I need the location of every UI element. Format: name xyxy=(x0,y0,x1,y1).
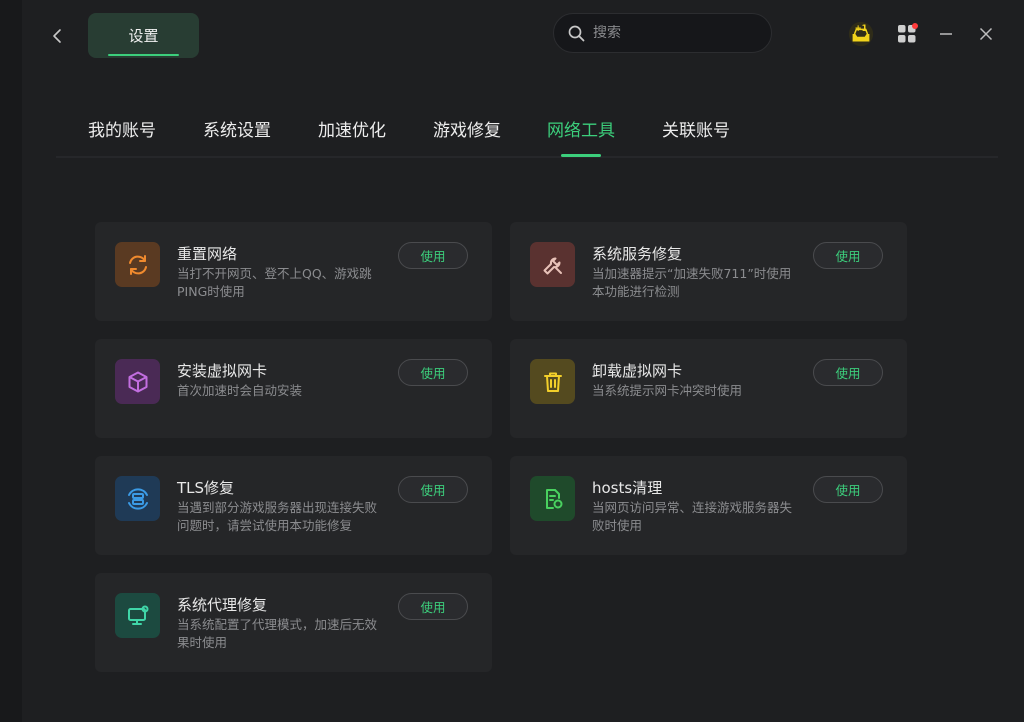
inbox-plus-icon: +1 xyxy=(848,21,874,47)
trash-icon xyxy=(530,359,575,404)
active-tab-indicator xyxy=(561,154,601,157)
apps-button[interactable] xyxy=(893,20,921,48)
card-hosts-cleanup: hosts清理 当网页访问异常、连接游戏服务器失败时使用 使用 xyxy=(510,456,907,555)
card-title: 卸载虚拟网卡 xyxy=(592,362,683,380)
settings-title-tab[interactable]: 设置 xyxy=(88,13,199,58)
tab-my-account[interactable]: 我的账号 xyxy=(88,116,156,141)
use-button[interactable]: 使用 xyxy=(398,476,468,503)
card-title: 系统代理修复 xyxy=(177,596,268,614)
card-description: 当系统提示网卡冲突时使用 xyxy=(592,383,743,398)
tab-label: 加速优化 xyxy=(318,121,386,141)
card-title: TLS修复 xyxy=(177,479,235,497)
settings-nav-tabs: 我的账号 系统设置 加速优化 游戏修复 网络工具 关联账号 xyxy=(56,104,998,158)
badge-plus-one: +1 xyxy=(855,23,868,33)
close-button[interactable] xyxy=(972,20,1000,48)
tab-game-repair[interactable]: 游戏修复 xyxy=(433,116,501,141)
card-title: hosts清理 xyxy=(592,479,663,497)
tab-label: 我的账号 xyxy=(88,121,156,141)
card-title: 系统服务修复 xyxy=(592,245,683,263)
card-description: 当加速器提示“加速失败711”时使用本功能进行检测 xyxy=(592,266,792,299)
card-reset-network: 重置网络 当打不开网页、登不上QQ、游戏跳PING时使用 使用 xyxy=(95,222,492,321)
use-button[interactable]: 使用 xyxy=(398,242,468,269)
use-button[interactable]: 使用 xyxy=(813,359,883,386)
tab-label: 关联账号 xyxy=(662,121,730,141)
search-icon xyxy=(568,25,585,41)
tab-acceleration[interactable]: 加速优化 xyxy=(318,116,386,141)
server-refresh-icon xyxy=(115,476,160,521)
use-button[interactable]: 使用 xyxy=(398,359,468,386)
card-title: 安装虚拟网卡 xyxy=(177,362,268,380)
back-button[interactable] xyxy=(44,22,72,50)
card-description: 当网页访问异常、连接游戏服务器失败时使用 xyxy=(592,500,793,533)
cube-icon xyxy=(115,359,160,404)
card-description: 当遇到部分游戏服务器出现连接失败问题时，请尝试使用本功能修复 xyxy=(177,500,378,533)
refresh-icon xyxy=(115,242,160,287)
card-system-proxy-repair: 系统代理修复 当系统配置了代理模式，加速后无效果时使用 使用 xyxy=(95,573,492,672)
use-button[interactable]: 使用 xyxy=(398,593,468,620)
left-edge-strip xyxy=(0,0,22,722)
card-description: 当打不开网页、登不上QQ、游戏跳PING时使用 xyxy=(177,266,372,299)
search-input[interactable] xyxy=(593,25,743,41)
document-icon xyxy=(530,476,575,521)
close-icon xyxy=(979,27,993,41)
settings-window: 设置 +1 xyxy=(22,0,1024,722)
tab-label: 网络工具 xyxy=(547,121,615,141)
tab-network-tools[interactable]: 网络工具 xyxy=(547,116,615,157)
monitor-icon xyxy=(115,593,160,638)
chevron-left-icon xyxy=(53,29,61,43)
card-system-service-repair: 系统服务修复 当加速器提示“加速失败711”时使用本功能进行检测 使用 xyxy=(510,222,907,321)
tab-linked-accounts[interactable]: 关联账号 xyxy=(662,116,730,141)
card-tls-repair: TLS修复 当遇到部分游戏服务器出现连接失败问题时，请尝试使用本功能修复 使用 xyxy=(95,456,492,555)
use-button[interactable]: 使用 xyxy=(813,242,883,269)
use-button[interactable]: 使用 xyxy=(813,476,883,503)
card-description: 首次加速时会自动安装 xyxy=(177,383,303,398)
title-tab-underline xyxy=(108,54,179,56)
tab-label: 游戏修复 xyxy=(433,121,501,141)
card-uninstall-virtual-nic: 卸载虚拟网卡 当系统提示网卡冲突时使用 使用 xyxy=(510,339,907,438)
card-description: 当系统配置了代理模式，加速后无效果时使用 xyxy=(177,617,378,650)
tab-label: 系统设置 xyxy=(203,121,271,141)
gift-inbox-button[interactable]: +1 xyxy=(847,20,875,48)
tab-system-settings[interactable]: 系统设置 xyxy=(203,116,271,141)
minimize-icon xyxy=(940,33,952,35)
search-box[interactable] xyxy=(553,13,772,53)
settings-title-label: 设置 xyxy=(128,27,159,45)
card-title: 重置网络 xyxy=(177,245,238,263)
apps-grid-icon xyxy=(898,23,918,43)
card-install-virtual-nic: 安装虚拟网卡 首次加速时会自动安装 使用 xyxy=(95,339,492,438)
wrench-icon xyxy=(530,242,575,287)
minimize-button[interactable] xyxy=(932,20,960,48)
